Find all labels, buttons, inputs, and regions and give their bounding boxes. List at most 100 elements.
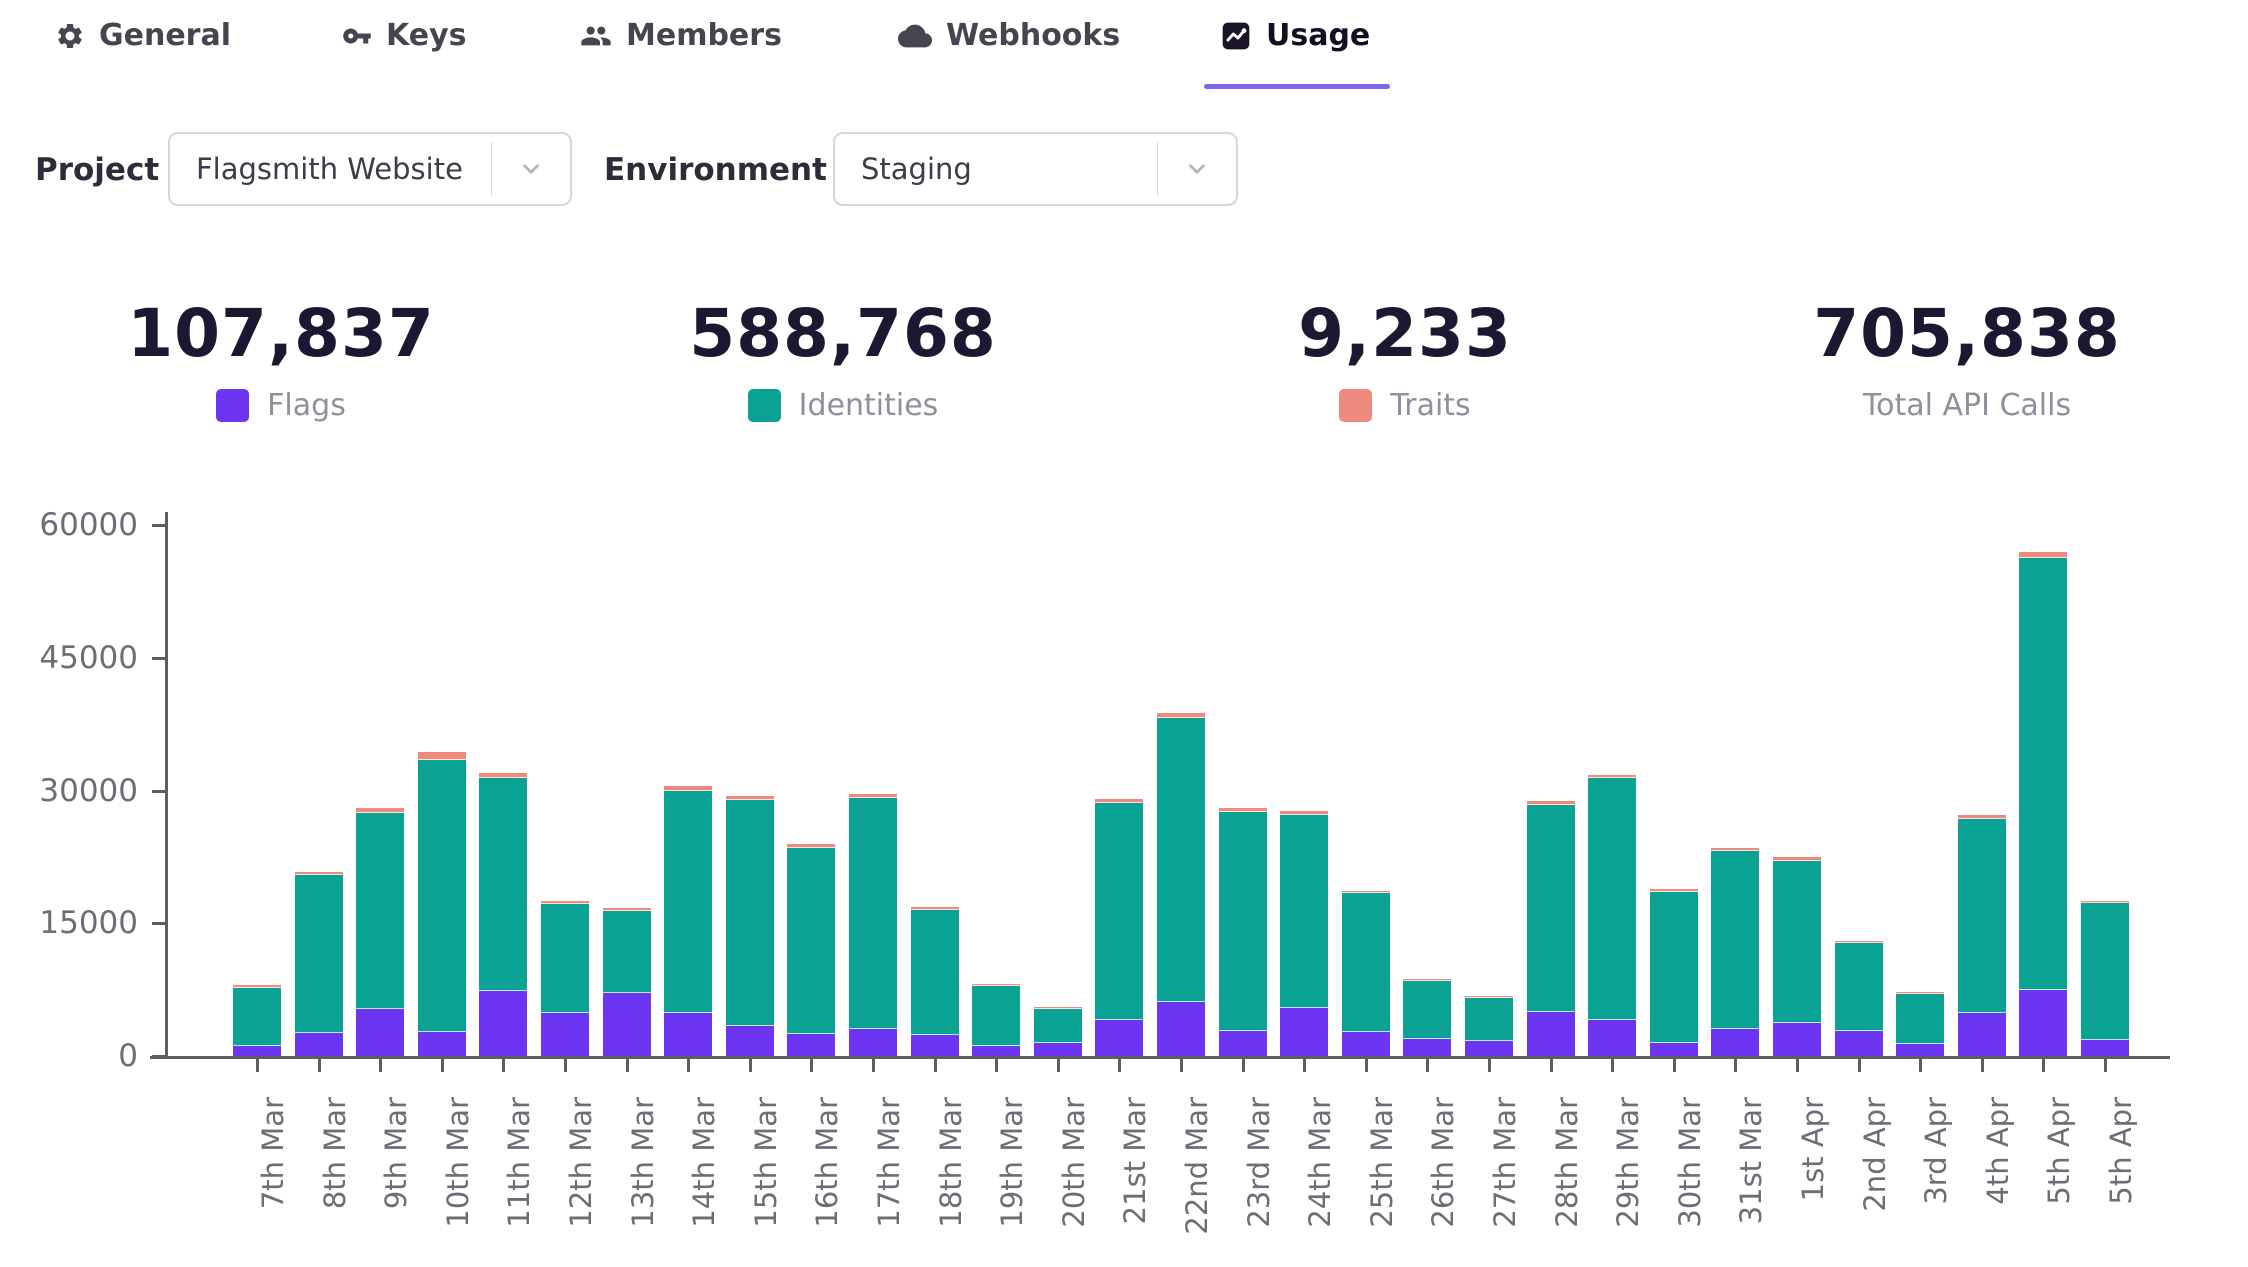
x-axis-tick: [1858, 1059, 1861, 1072]
bar-17th-mar[interactable]: [849, 794, 897, 1056]
bar-10th-mar[interactable]: [418, 752, 466, 1056]
flags-segment: [1403, 1039, 1451, 1056]
bar-28th-mar[interactable]: [1527, 801, 1575, 1056]
flags-segment: [1527, 1012, 1575, 1056]
x-axis-tick: [995, 1059, 998, 1072]
bar-23rd-mar[interactable]: [1219, 808, 1267, 1056]
bar-31st-mar[interactable]: [1711, 848, 1759, 1056]
y-axis-tick: [152, 657, 166, 660]
x-axis-tick: [1734, 1059, 1737, 1072]
x-axis-tick: [2104, 1059, 2107, 1072]
flags-segment: [1773, 1023, 1821, 1056]
x-axis-tick-label: 22nd Mar: [1182, 1097, 1212, 1267]
bar-30th-mar[interactable]: [1650, 889, 1698, 1056]
bar-22nd-mar[interactable]: [1157, 713, 1205, 1056]
y-axis-tick: [152, 1055, 166, 1058]
bar-11th-mar[interactable]: [479, 773, 527, 1056]
flags-segment: [1095, 1020, 1143, 1056]
bar-18th-mar[interactable]: [911, 907, 959, 1056]
x-axis-tick: [749, 1059, 752, 1072]
flags-segment: [418, 1032, 466, 1056]
x-axis-tick-label: 7th Mar: [258, 1097, 288, 1267]
flags-segment: [356, 1009, 404, 1056]
flags-segment: [2019, 990, 2067, 1056]
identities-segment: [1342, 893, 1390, 1032]
x-axis-tick: [441, 1059, 444, 1072]
bar-5th-apr[interactable]: [2019, 552, 2067, 1056]
x-axis-tick-label: 17th Mar: [874, 1097, 904, 1267]
x-axis-tick-label: 23rd Mar: [1244, 1097, 1274, 1267]
flags-segment: [1342, 1032, 1390, 1056]
y-axis-tick-label: 60000: [18, 507, 138, 543]
x-axis-tick: [687, 1059, 690, 1072]
x-axis-tick-label: 11th Mar: [504, 1097, 534, 1267]
bar-25th-mar[interactable]: [1342, 891, 1390, 1056]
bar-20th-mar[interactable]: [1034, 1007, 1082, 1056]
bar-2nd-apr[interactable]: [1835, 941, 1883, 1056]
bar-26th-mar[interactable]: [1403, 979, 1451, 1056]
bar-15th-mar[interactable]: [726, 796, 774, 1056]
bar-12th-mar[interactable]: [541, 901, 589, 1056]
flags-segment: [664, 1013, 712, 1056]
identities-segment: [1465, 998, 1513, 1041]
flags-segment: [1835, 1031, 1883, 1056]
bar-1st-apr[interactable]: [1773, 857, 1821, 1056]
bar-5th-apr[interactable]: [2081, 901, 2129, 1056]
x-axis-tick-label: 21st Mar: [1120, 1097, 1150, 1267]
flags-segment: [972, 1046, 1020, 1056]
x-axis-tick-label: 18th Mar: [936, 1097, 966, 1267]
bar-9th-mar[interactable]: [356, 808, 404, 1056]
x-axis-tick-label: 4th Apr: [1983, 1097, 2013, 1267]
flags-segment: [541, 1013, 589, 1056]
x-axis-tick: [318, 1059, 321, 1072]
x-axis-tick-label: 1st Apr: [1798, 1097, 1828, 1267]
identities-segment: [787, 848, 835, 1034]
bar-21st-mar[interactable]: [1095, 799, 1143, 1056]
identities-segment: [233, 988, 281, 1046]
y-axis-line: [165, 512, 168, 1059]
x-axis-tick: [1488, 1059, 1491, 1072]
identities-segment: [1773, 861, 1821, 1024]
bar-13th-mar[interactable]: [603, 908, 651, 1056]
bar-24th-mar[interactable]: [1280, 811, 1328, 1056]
flags-segment: [1465, 1041, 1513, 1056]
x-axis-line: [150, 1056, 2170, 1059]
x-axis-tick-label: 5th Apr: [2044, 1097, 2074, 1267]
x-axis-tick: [502, 1059, 505, 1072]
x-axis-tick: [564, 1059, 567, 1072]
x-axis-tick: [1550, 1059, 1553, 1072]
x-axis-tick-label: 9th Mar: [381, 1097, 411, 1267]
identities-segment: [1958, 819, 2006, 1013]
identities-segment: [541, 904, 589, 1013]
x-axis-tick: [1180, 1059, 1183, 1072]
bar-7th-mar[interactable]: [233, 985, 281, 1056]
x-axis-tick: [1981, 1059, 1984, 1072]
identities-segment: [418, 760, 466, 1031]
bar-27th-mar[interactable]: [1465, 996, 1513, 1056]
identities-segment: [1219, 812, 1267, 1031]
flags-segment: [1157, 1002, 1205, 1056]
flags-segment: [1896, 1044, 1944, 1056]
bar-16th-mar[interactable]: [787, 844, 835, 1056]
identities-segment: [1095, 803, 1143, 1019]
x-axis-tick-label: 10th Mar: [443, 1097, 473, 1267]
bar-19th-mar[interactable]: [972, 984, 1020, 1056]
identities-segment: [1588, 778, 1636, 1020]
flags-segment: [233, 1046, 281, 1056]
bar-14th-mar[interactable]: [664, 786, 712, 1056]
x-axis-tick: [1611, 1059, 1614, 1072]
x-axis-tick-label: 20th Mar: [1059, 1097, 1089, 1267]
flags-segment: [726, 1026, 774, 1056]
bar-8th-mar[interactable]: [295, 872, 343, 1056]
bar-3rd-apr[interactable]: [1896, 992, 1944, 1056]
x-axis-tick-label: 13th Mar: [628, 1097, 658, 1267]
x-axis-tick-label: 30th Mar: [1675, 1097, 1705, 1267]
bar-29th-mar[interactable]: [1588, 775, 1636, 1056]
bar-4th-apr[interactable]: [1958, 815, 2006, 1056]
flags-segment: [849, 1029, 897, 1056]
flags-segment: [295, 1033, 343, 1056]
identities-segment: [2081, 903, 2129, 1040]
flags-segment: [1650, 1043, 1698, 1056]
x-axis-tick-label: 8th Mar: [320, 1097, 350, 1267]
identities-segment: [1650, 892, 1698, 1043]
